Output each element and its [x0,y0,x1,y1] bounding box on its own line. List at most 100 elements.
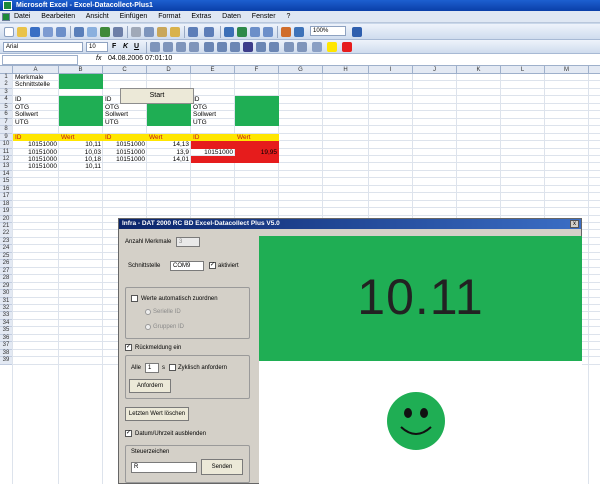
start-button[interactable]: Start [120,88,194,104]
menu-daten[interactable]: Daten [222,13,241,20]
cell-wert2-r12[interactable]: 14,01 [147,156,191,164]
cell-wert3-r11[interactable]: 19,95 [235,148,279,156]
chart-wizard-icon[interactable] [281,27,291,37]
cell-wert1-r10[interactable]: 10,11 [59,141,103,149]
letzten-wert-loeschen-button[interactable]: Letzten Wert löschen [125,407,189,421]
bold-button[interactable]: F [112,42,116,52]
cell-wert3-r12-alarm[interactable] [235,155,279,164]
increase-decimal-icon[interactable] [256,42,266,52]
column-header-c[interactable]: C [103,66,147,74]
font-size-select[interactable]: 10 [86,42,108,52]
save-icon[interactable] [30,27,40,37]
cell-header3-wert[interactable]: Wert [235,133,279,142]
cell-block2-sollwert-value[interactable] [147,111,191,119]
email-icon[interactable] [56,27,66,37]
menu-format[interactable]: Format [158,13,180,20]
workbook-icon[interactable] [2,13,10,21]
cell-header2-wert[interactable]: Wert [147,133,191,142]
cell-header1-id[interactable]: ID [13,133,59,142]
schnittstelle-select[interactable]: COM9 [170,261,204,271]
font-select[interactable]: Arial [3,42,83,52]
cell-id3-r11[interactable]: 10151000 [191,149,235,157]
drawing-icon[interactable] [294,27,304,37]
underline-button[interactable]: U [134,42,139,52]
menu-einfuegen[interactable]: Einfügen [120,13,148,20]
cell-block3-utg-value[interactable] [235,118,279,127]
select-all-corner[interactable] [0,66,13,74]
intervall-field[interactable]: 1 [145,363,159,373]
cell-wert3-r10-alarm[interactable] [235,141,279,149]
research-icon[interactable] [113,27,123,37]
cell-wert2-r10[interactable]: 14,13 [147,141,191,149]
column-header-a[interactable]: A [13,66,59,74]
aktiviert-checkbox[interactable]: ✓ [209,262,216,269]
cell-block2-otg-value[interactable] [147,103,191,112]
cell-id1-r12[interactable]: 10151000 [13,156,59,164]
cell-header1-wert[interactable]: Wert [59,133,103,142]
cell-block3-id-label[interactable]: ID [191,96,235,104]
font-color-icon[interactable] [342,42,352,52]
sort-ascending-icon[interactable] [250,27,260,37]
menu-datei[interactable]: Datei [14,13,30,20]
senden-button[interactable]: Senden [201,459,243,475]
merge-center-icon[interactable] [189,42,199,52]
anzahl-merkmale-field[interactable]: 3 [176,237,200,247]
cell-block3-id-value[interactable] [235,96,279,104]
column-header-n[interactable]: N [589,66,600,74]
cell-block3-otg-label[interactable]: OTG [191,104,235,112]
euro-icon[interactable] [243,42,253,52]
open-icon[interactable] [17,27,27,37]
column-header-b[interactable]: B [59,66,103,74]
cell-header3-id[interactable]: ID [191,133,235,142]
column-header-i[interactable]: I [369,66,413,74]
cell-wert2-r11[interactable]: 13,9 [147,149,191,157]
italic-button[interactable]: K [123,42,128,52]
menu-help[interactable]: ? [286,13,290,20]
cell-block1-id-value[interactable] [59,96,103,104]
menu-bearbeiten[interactable]: Bearbeiten [41,13,75,20]
spellcheck-icon[interactable] [100,27,110,37]
cell-block1-utg-value[interactable] [59,118,103,127]
name-box[interactable] [2,55,78,65]
cell-id3-r10-alarm[interactable] [191,141,235,149]
cell-block3-sollwert-label[interactable]: Sollwert [191,111,235,119]
cell-block1-sollwert-label[interactable]: Sollwert [13,111,59,119]
align-right-icon[interactable] [176,42,186,52]
steuerzeichen-field[interactable]: R [131,462,197,473]
cell-block1-otg-value[interactable] [59,103,103,112]
column-header-j[interactable]: J [413,66,457,74]
permission-icon[interactable] [43,27,53,37]
rueckmeldung-checkbox[interactable]: ✓ [125,344,132,351]
align-left-icon[interactable] [150,42,160,52]
zyklisch-checkbox[interactable] [169,364,176,371]
cell-id3-r12-alarm[interactable] [191,155,235,164]
copy-icon[interactable] [144,27,154,37]
percent-icon[interactable] [217,42,227,52]
decrease-indent-icon[interactable] [284,42,294,52]
align-center-icon[interactable] [163,42,173,52]
cell-block1-sollwert-value[interactable] [59,111,103,119]
formula-input[interactable]: 04.08.2006 07:01:10 [108,55,172,62]
currency-icon[interactable] [204,42,214,52]
gruppen-id-radio[interactable] [145,324,151,330]
cell-id2-r12[interactable]: 10151000 [103,156,147,164]
new-icon[interactable] [4,27,14,37]
print-icon[interactable] [74,27,84,37]
cell-header2-id[interactable]: ID [103,133,147,142]
cell-b1-interface-status[interactable] [59,74,103,89]
cell-id1-r10[interactable]: 10151000 [13,141,59,149]
menu-fenster[interactable]: Fenster [252,13,276,20]
fill-color-icon[interactable] [327,42,337,52]
column-header-h[interactable]: H [323,66,369,74]
print-preview-icon[interactable] [87,27,97,37]
menu-ansicht[interactable]: Ansicht [86,13,109,20]
cell-id1-r13[interactable]: 10151000 [13,163,59,171]
cell-block2-sollwert-label[interactable]: Sollwert [103,111,147,119]
cell-block1-otg-label[interactable]: OTG [13,104,59,112]
cell-block3-otg-value[interactable] [235,103,279,112]
autosum-icon[interactable] [237,27,247,37]
cell-block3-sollwert-value[interactable] [235,111,279,119]
cell-wert1-r12[interactable]: 10,18 [59,156,103,164]
help-icon[interactable] [352,27,362,37]
undo-icon[interactable] [188,27,198,37]
